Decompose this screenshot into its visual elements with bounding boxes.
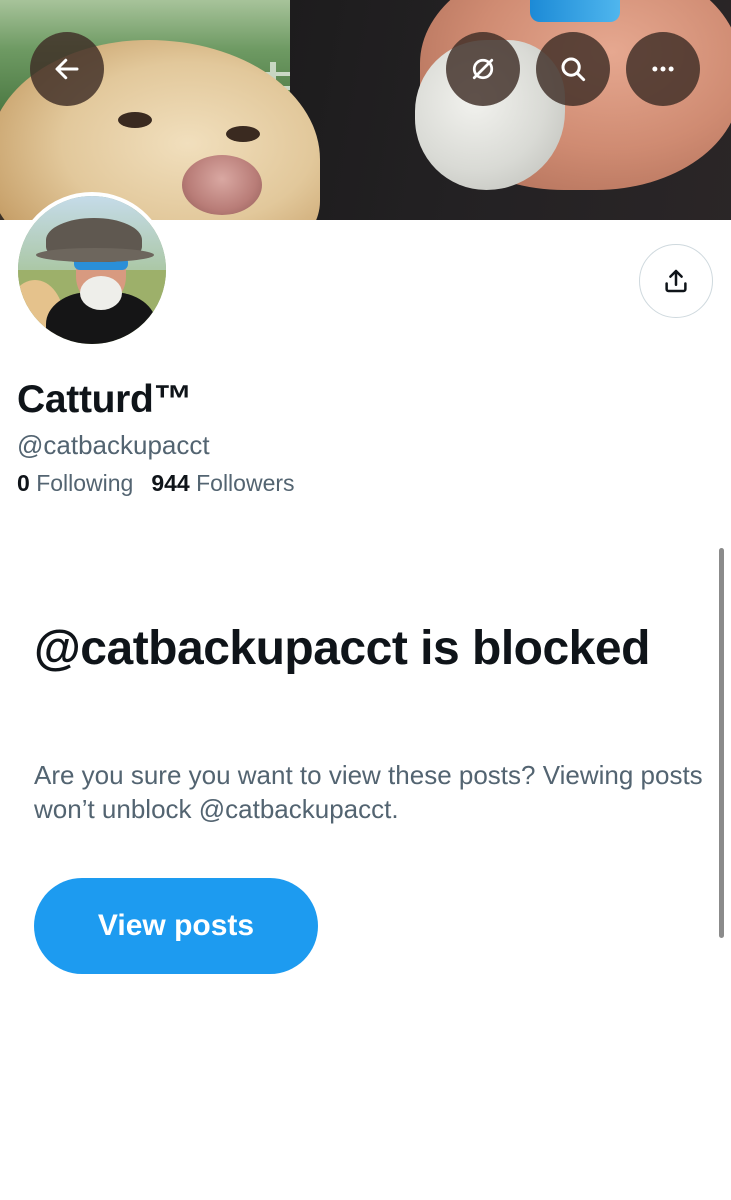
followers-link[interactable]: 944 Followers bbox=[151, 470, 294, 496]
banner-dog-eye bbox=[118, 112, 152, 128]
blocked-title: @catbackupacct is blocked bbox=[34, 622, 650, 675]
more-button[interactable] bbox=[626, 32, 700, 106]
grok-icon bbox=[472, 58, 494, 80]
following-link[interactable]: 0 Following bbox=[17, 470, 133, 496]
avatar-hat-brim bbox=[36, 248, 154, 262]
followers-count: 944 bbox=[151, 470, 190, 496]
profile-banner[interactable] bbox=[0, 0, 731, 220]
display-name: Catturd™ bbox=[17, 378, 193, 421]
avatar[interactable] bbox=[14, 192, 170, 348]
grok-button[interactable] bbox=[446, 32, 520, 106]
search-icon bbox=[561, 57, 586, 82]
share-button[interactable] bbox=[639, 244, 713, 318]
scrollbar[interactable] bbox=[719, 548, 724, 938]
more-horizontal-icon bbox=[652, 66, 674, 72]
banner-dog-eye bbox=[226, 126, 260, 142]
arrow-left-icon bbox=[55, 58, 79, 80]
follow-stats: 0 Following 944 Followers bbox=[17, 470, 295, 497]
following-count: 0 bbox=[17, 470, 30, 496]
user-handle: @catbackupacct bbox=[17, 430, 210, 460]
banner-sunglasses bbox=[530, 0, 620, 22]
banner-dog-nose bbox=[182, 155, 262, 215]
avatar-beard bbox=[80, 276, 122, 310]
following-label: Following bbox=[36, 470, 134, 496]
blocked-message: Are you sure you want to view these post… bbox=[34, 760, 703, 824]
share-icon bbox=[665, 269, 687, 293]
followers-label: Followers bbox=[196, 470, 295, 496]
back-button[interactable] bbox=[30, 32, 104, 106]
search-button[interactable] bbox=[536, 32, 610, 106]
view-posts-button[interactable]: View posts bbox=[34, 878, 318, 974]
